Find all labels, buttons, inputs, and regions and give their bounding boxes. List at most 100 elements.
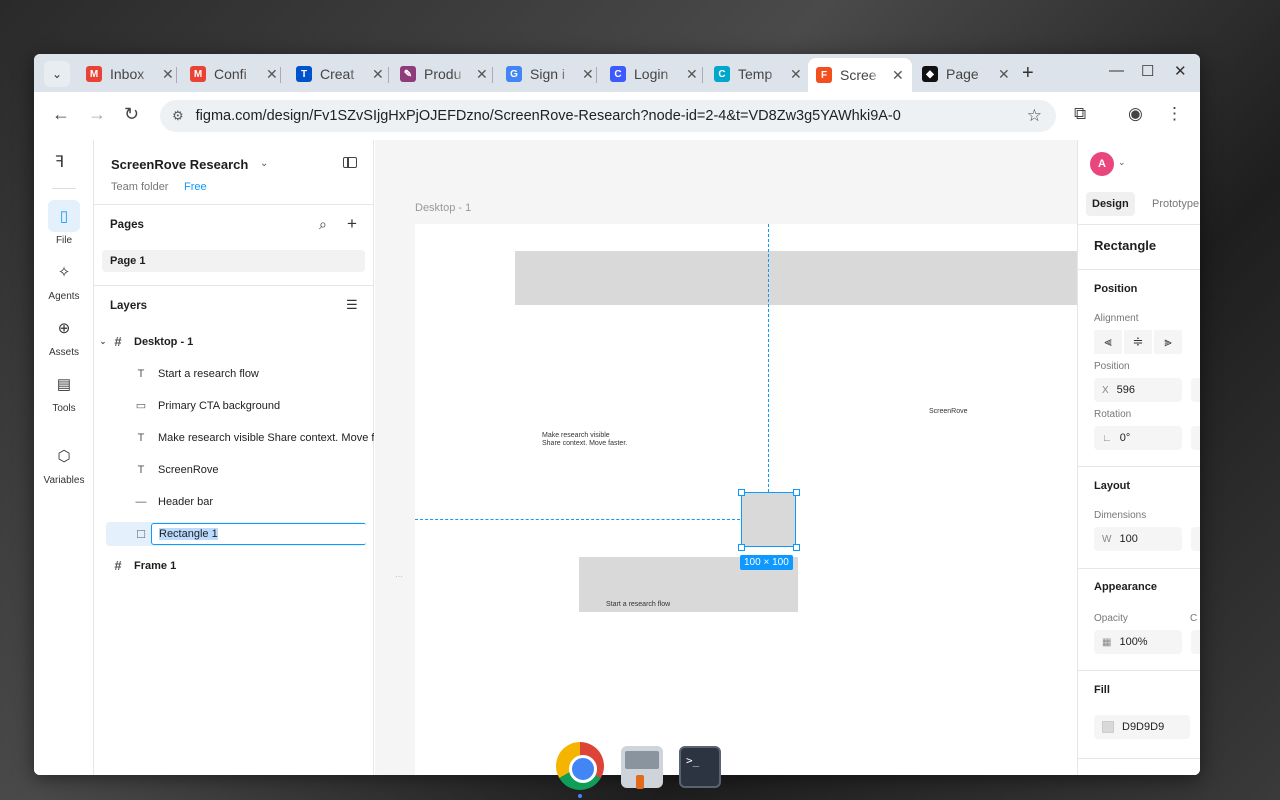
tab-gmail-inbox[interactable]: M Inbox ✕ — [78, 58, 182, 90]
close-tab-icon[interactable]: ✕ — [998, 66, 1010, 83]
close-tab-icon[interactable]: ✕ — [582, 66, 594, 83]
layer-rectangle-1[interactable]: □ Rectangle 1 — [106, 522, 366, 546]
address-bar[interactable]: ⚙ figma.com/design/Fv1SZvSIjgHxPjOJEFDzn… — [160, 100, 1056, 132]
tab-title: Page — [946, 66, 979, 82]
tab-google-signin[interactable]: G Sign i ✕ — [498, 58, 602, 90]
cta-text[interactable]: Start a research flow — [606, 601, 670, 609]
resize-handle-nw[interactable] — [738, 489, 745, 496]
chevron-down-icon[interactable]: ⌄ — [260, 158, 268, 169]
corner-radius-field[interactable] — [1191, 630, 1200, 654]
layer-text-screenrove[interactable]: T ScreenRove — [94, 458, 374, 482]
header-bar-shape[interactable] — [515, 251, 1077, 305]
resize-handle-sw[interactable] — [738, 544, 745, 551]
terminal-dock-icon[interactable]: >_ — [679, 746, 721, 788]
site-settings-icon[interactable]: ⚙ — [172, 108, 184, 124]
y-position-field[interactable] — [1191, 378, 1200, 402]
x-position-field[interactable]: X 596 — [1094, 378, 1182, 402]
close-tab-icon[interactable]: ✕ — [162, 66, 174, 83]
tab-gmail-confirm[interactable]: M Confi ✕ — [182, 58, 286, 90]
height-field[interactable] — [1191, 527, 1200, 551]
back-icon[interactable]: ← — [52, 104, 70, 125]
rotation-field[interactable]: ∟ 0° — [1094, 426, 1182, 450]
opacity-field[interactable]: ▦ 100% — [1094, 630, 1182, 654]
rail-item-agents[interactable]: ✧ Agents — [34, 256, 94, 302]
close-tab-icon[interactable]: ✕ — [372, 66, 384, 83]
fill-swatch[interactable] — [1102, 721, 1114, 734]
text-layer-icon: T — [137, 432, 145, 444]
width-field[interactable]: W 100 — [1094, 527, 1182, 551]
extensions-icon[interactable]: ⧉ — [1074, 104, 1086, 124]
project-title[interactable]: ScreenRove Research — [111, 157, 248, 172]
tab-title: Temp — [738, 66, 773, 82]
design-canvas[interactable]: Desktop - 1 Make research visible Share … — [375, 140, 1077, 775]
sparkle-icon: ✧ — [57, 264, 71, 281]
close-tab-icon[interactable]: ✕ — [790, 66, 802, 83]
tab-figma-screenrove[interactable]: F Scree ✕ — [808, 58, 912, 92]
gmail-icon: M — [86, 66, 102, 82]
resize-handle-ne[interactable] — [793, 489, 800, 496]
selected-rectangle[interactable] — [741, 492, 796, 547]
resize-handle-se[interactable] — [793, 544, 800, 551]
tab-search-icon[interactable]: ⌄ — [44, 61, 70, 87]
page-item-1[interactable]: Page 1 — [102, 250, 365, 272]
layer-text-tagline[interactable]: T Make research visible Share context. M… — [94, 426, 374, 450]
tab-design[interactable]: Design — [1086, 192, 1135, 216]
collapse-layers-icon[interactable]: ☰ — [346, 297, 358, 313]
fill-hex-value: D9D9D9 — [1122, 721, 1165, 733]
gmail-icon: M — [190, 66, 206, 82]
layer-desktop-1[interactable]: ⌄ # Desktop - 1 — [94, 330, 374, 354]
layer-cta-background[interactable]: ▭ Primary CTA background — [94, 394, 374, 418]
frame-label[interactable]: Desktop - 1 — [415, 202, 471, 214]
alignment-guide-vertical — [768, 224, 769, 492]
reload-icon[interactable]: ↻ — [124, 104, 139, 125]
align-left-icon[interactable]: ⫷ — [1094, 330, 1122, 354]
close-tab-icon[interactable]: ✕ — [476, 66, 488, 83]
position-heading: Position — [1094, 283, 1138, 295]
chevron-down-icon[interactable]: ⌄ — [96, 330, 110, 354]
team-folder-label[interactable]: Team folder — [111, 181, 168, 193]
tab-page[interactable]: ◆ Page ✕ — [914, 58, 1018, 90]
sidebar-toggle-icon[interactable] — [343, 157, 357, 168]
new-tab-icon[interactable]: + — [1022, 62, 1034, 85]
tab-trello-create[interactable]: T Creat ✕ — [288, 58, 392, 90]
close-tab-icon[interactable]: ✕ — [686, 66, 698, 83]
forward-icon[interactable]: → — [88, 104, 106, 125]
menu-kebab-icon[interactable]: ⋮ — [1166, 104, 1183, 124]
align-center-icon[interactable]: ≑ — [1124, 330, 1152, 354]
minimize-icon[interactable]: — — [1109, 62, 1124, 79]
close-tab-icon[interactable]: ✕ — [266, 66, 278, 83]
align-right-icon[interactable]: ⫸ — [1154, 330, 1182, 354]
close-window-icon[interactable]: ✕ — [1174, 62, 1187, 80]
rail-item-variables[interactable]: ⬡ Variables — [34, 440, 94, 486]
tab-strip: ⌄ M Inbox ✕ M Confi ✕ T Creat ✕ ✎ Produ … — [34, 54, 1200, 92]
layer-header-bar[interactable]: — Header bar — [94, 490, 374, 514]
bookmark-star-icon[interactable]: ☆ — [1027, 106, 1042, 126]
resize-grip-icon[interactable]: ⋯ — [395, 572, 403, 581]
layer-text-cta[interactable]: T Start a research flow — [94, 362, 374, 386]
profile-icon[interactable]: ◉ — [1128, 104, 1143, 124]
rail-item-tools[interactable]: ▤ Tools — [34, 368, 94, 414]
figma-logo-icon[interactable]: ꟻ — [55, 152, 64, 172]
plan-badge[interactable]: Free — [184, 181, 207, 193]
avatar[interactable]: A — [1090, 152, 1114, 176]
fill-color-field[interactable]: D9D9D9 — [1094, 715, 1190, 739]
text-layer-icon: T — [137, 464, 145, 476]
brand-text[interactable]: ScreenRove — [929, 408, 968, 416]
tab-prototype[interactable]: Prototype — [1146, 192, 1200, 216]
tab-login[interactable]: C Login ✕ — [602, 58, 706, 90]
add-page-icon[interactable]: + — [347, 214, 357, 234]
maximize-icon[interactable]: ☐ — [1141, 62, 1154, 80]
search-icon[interactable]: ⌕ — [319, 216, 327, 233]
rail-item-file[interactable]: ▯ File — [34, 200, 94, 246]
rotation-extra-field[interactable] — [1191, 426, 1200, 450]
layer-rename-input[interactable]: Rectangle 1 — [151, 523, 366, 545]
layer-frame-1[interactable]: # Frame 1 — [94, 554, 374, 578]
tagline-text[interactable]: Make research visible Share context. Mov… — [542, 432, 627, 448]
tab-template[interactable]: C Temp ✕ — [706, 58, 810, 90]
rail-item-assets[interactable]: ⊕ Assets — [34, 312, 94, 358]
layout-heading: Layout — [1094, 480, 1131, 492]
close-tab-icon[interactable]: ✕ — [892, 67, 904, 84]
chrome-dock-icon[interactable] — [556, 742, 604, 790]
tab-product[interactable]: ✎ Produ ✕ — [392, 58, 496, 90]
chevron-down-icon[interactable]: ⌄ — [1118, 157, 1126, 168]
